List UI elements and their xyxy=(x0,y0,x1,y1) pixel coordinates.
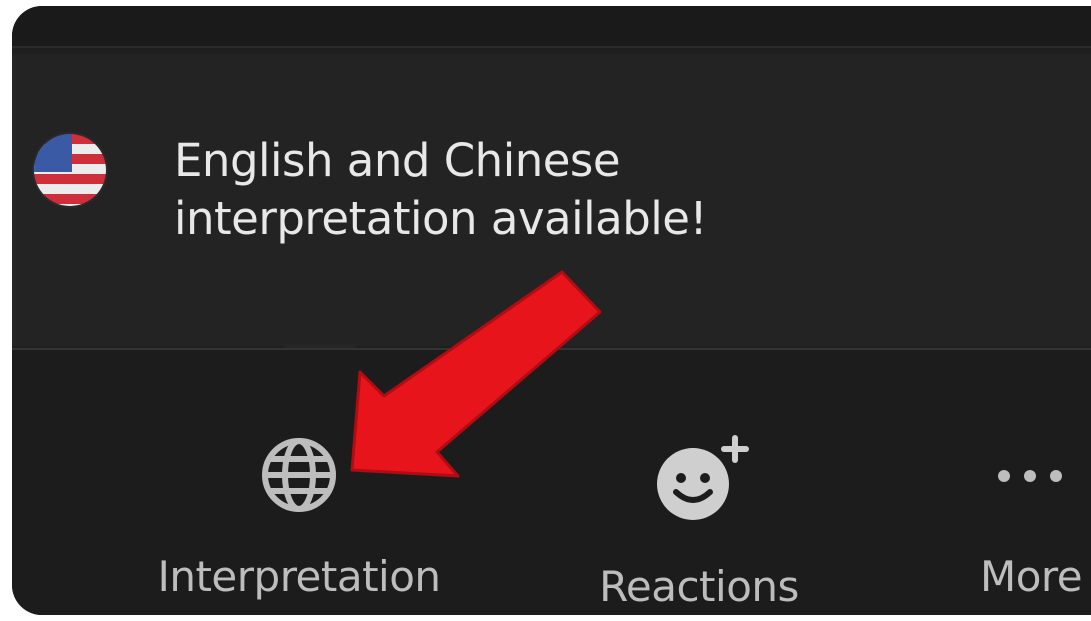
more-button[interactable]: More xyxy=(980,434,1091,601)
ellipsis-icon xyxy=(998,470,1062,482)
reactions-button[interactable]: Reactions xyxy=(564,434,834,611)
flag-canton xyxy=(34,134,72,172)
us-flag-icon xyxy=(34,134,106,206)
tooltip-line-1: English and Chinese xyxy=(174,134,621,187)
interpretation-button[interactable]: Interpretation xyxy=(134,434,464,601)
meeting-toolbar: Interpretation Reactions More xyxy=(12,348,1091,615)
tooltip-line-2: interpretation available! xyxy=(174,192,708,245)
window-top-strip xyxy=(12,6,1091,48)
more-label: More xyxy=(980,552,1083,601)
reactions-label: Reactions xyxy=(599,562,799,611)
meeting-window: English and Chinese interpretation avail… xyxy=(12,6,1091,615)
globe-icon xyxy=(262,438,336,512)
smiley-plus-icon xyxy=(657,435,749,520)
tooltip-message: English and Chinese interpretation avail… xyxy=(174,132,934,248)
interpretation-tooltip: English and Chinese interpretation avail… xyxy=(12,54,1091,346)
interpretation-label: Interpretation xyxy=(157,552,441,601)
